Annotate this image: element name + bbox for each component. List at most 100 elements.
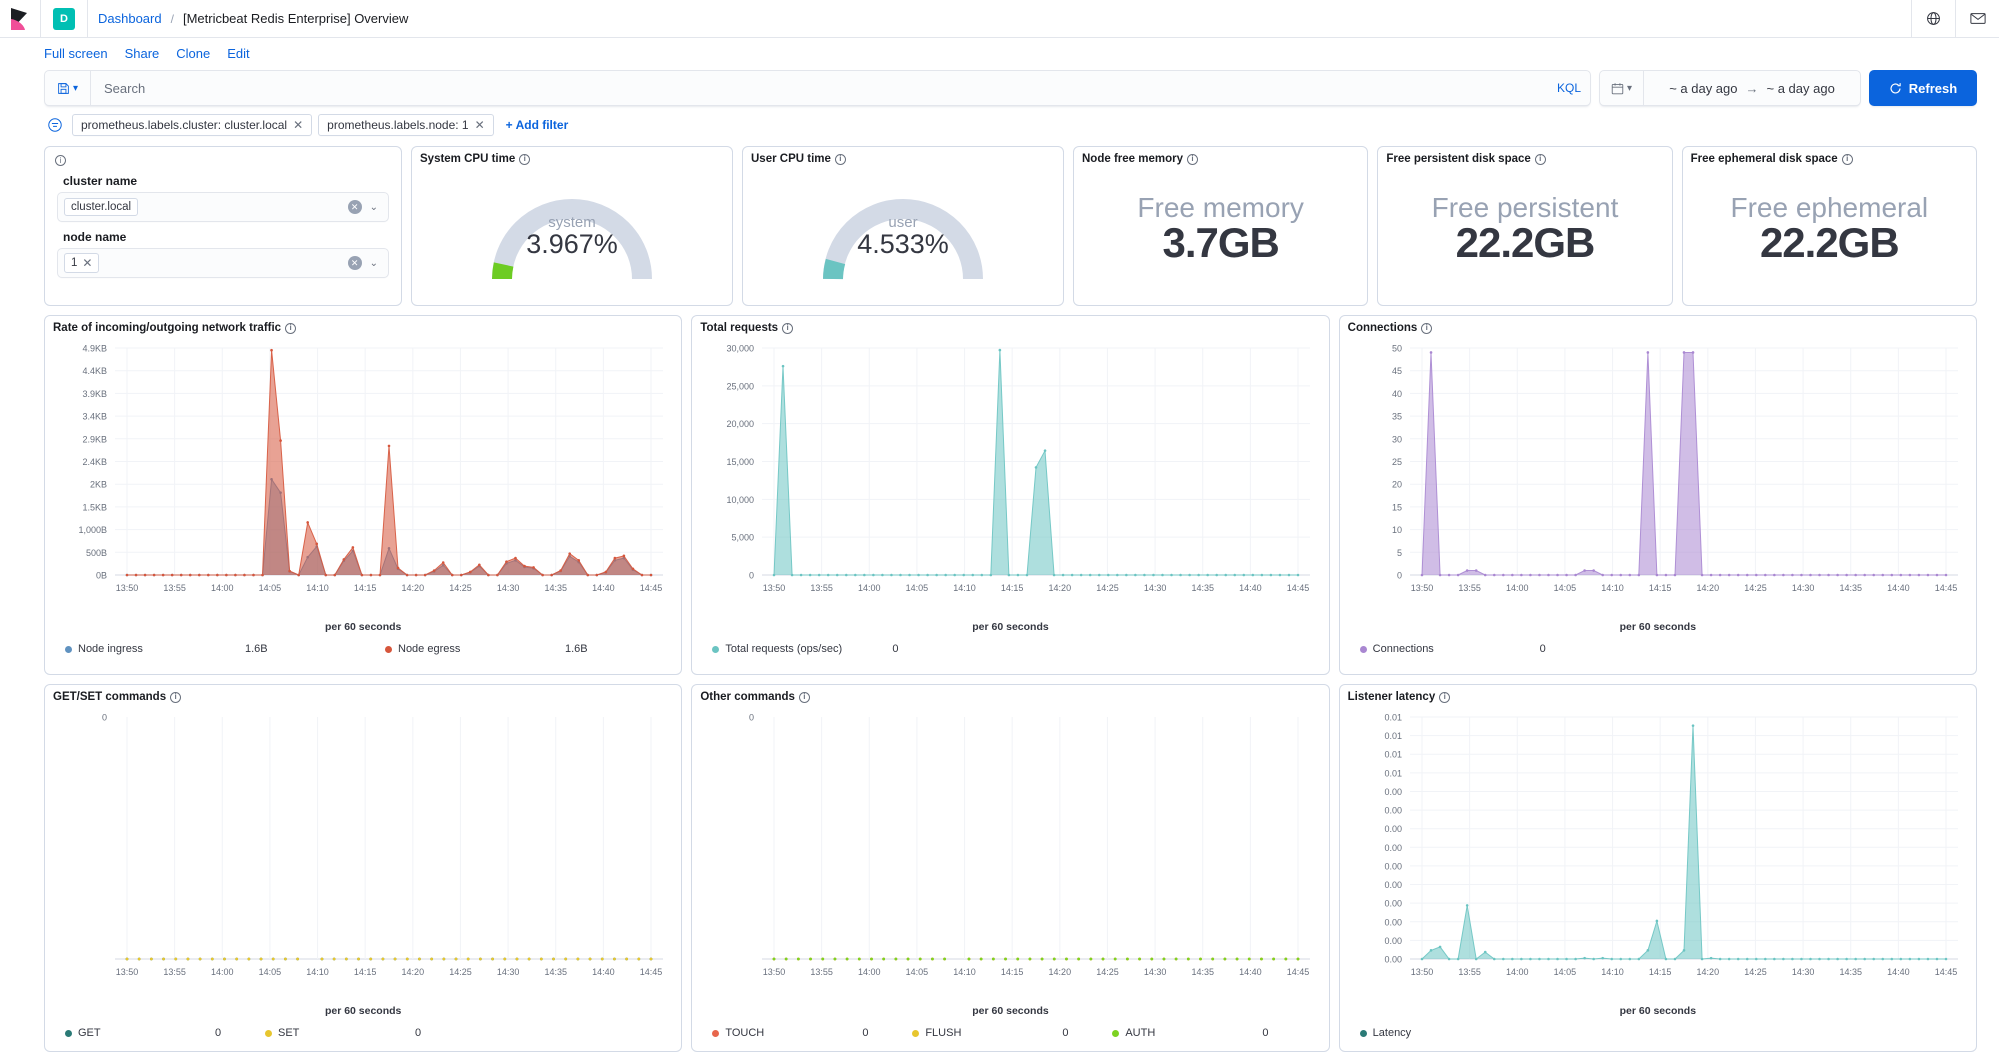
- filter-options-icon[interactable]: [44, 114, 66, 136]
- svg-text:14:45: 14:45: [640, 967, 663, 977]
- svg-text:1,000B: 1,000B: [78, 525, 107, 535]
- legend-item[interactable]: Connections: [1360, 643, 1540, 655]
- svg-text:14:10: 14:10: [954, 583, 977, 593]
- svg-text:14:15: 14:15: [354, 583, 377, 593]
- legend-color-dot: [1360, 646, 1367, 653]
- svg-text:0.00: 0.00: [1384, 955, 1402, 965]
- cluster-name-value: cluster.local: [64, 198, 138, 216]
- add-filter-button[interactable]: + Add filter: [506, 118, 569, 132]
- info-icon[interactable]: i: [170, 692, 181, 703]
- svg-text:14:10: 14:10: [954, 967, 977, 977]
- date-end[interactable]: ~ a day ago: [1767, 81, 1835, 96]
- date-start[interactable]: ~ a day ago: [1669, 81, 1737, 96]
- svg-text:0.01: 0.01: [1384, 768, 1402, 778]
- panel-total-requests: Total requests i 30,00025,00020,00015,00…: [691, 315, 1329, 675]
- chevron-down-icon[interactable]: ⌄: [370, 202, 378, 213]
- close-icon[interactable]: ✕: [293, 118, 303, 132]
- space-avatar[interactable]: D: [53, 8, 75, 30]
- panel-title: User CPU time i: [743, 147, 1063, 165]
- panel-title-text: Node free memory: [1082, 153, 1183, 165]
- node-name-select[interactable]: 1 ✕ ✕ ⌄: [57, 248, 389, 278]
- nav-share[interactable]: Share: [125, 46, 160, 61]
- gauge-readout: user 4.533%: [857, 215, 949, 259]
- legend-label: Node egress: [398, 643, 460, 655]
- svg-text:14:45: 14:45: [1934, 967, 1957, 977]
- legend-value: 0: [215, 1027, 265, 1039]
- svg-text:14:15: 14:15: [1001, 967, 1024, 977]
- chart-listener-latency[interactable]: 0.010.010.010.010.000.000.000.000.000.00…: [1340, 703, 1976, 1017]
- legend-item[interactable]: GET: [65, 1027, 215, 1039]
- legend-item[interactable]: Latency: [1360, 1027, 1412, 1039]
- nav-clone[interactable]: Clone: [176, 46, 210, 61]
- info-icon[interactable]: i: [1842, 154, 1853, 165]
- clear-icon[interactable]: ✕: [348, 256, 362, 270]
- clear-icon[interactable]: ✕: [348, 200, 362, 214]
- svg-text:0.01: 0.01: [1384, 750, 1402, 760]
- filter-pill-node[interactable]: prometheus.labels.node: 1 ✕: [318, 114, 494, 136]
- legend-label: AUTH: [1125, 1027, 1155, 1039]
- legend-item[interactable]: Node ingress: [65, 643, 245, 655]
- date-range-display[interactable]: ~ a day ago → ~ a day ago: [1644, 81, 1860, 96]
- cluster-name-label: cluster name: [63, 174, 391, 188]
- filter-pill-cluster[interactable]: prometheus.labels.cluster: cluster.local…: [72, 114, 312, 136]
- saved-query-button[interactable]: ▾: [45, 71, 91, 105]
- legend-item[interactable]: FLUSH: [912, 1027, 1062, 1039]
- svg-text:14:10: 14:10: [1601, 967, 1624, 977]
- cluster-name-select[interactable]: cluster.local ✕ ⌄: [57, 192, 389, 222]
- header-actions: [1911, 0, 1999, 38]
- kibana-logo[interactable]: [0, 8, 40, 30]
- info-icon[interactable]: i: [799, 692, 810, 703]
- svg-text:14:20: 14:20: [1049, 583, 1072, 593]
- metric-body: Free persistent 22.2GB: [1378, 165, 1671, 293]
- chart-total-requests[interactable]: 30,00025,00020,00015,00010,0005,000013:5…: [692, 334, 1328, 633]
- chart-connections[interactable]: 5045403530252015105013:5013:5514:0014:05…: [1340, 334, 1976, 633]
- mail-icon[interactable]: [1955, 0, 1999, 38]
- query-language-switcher[interactable]: KQL: [1548, 81, 1590, 95]
- panel-title: GET/SET commands i: [45, 685, 681, 703]
- chart-get-set-commands[interactable]: 013:5013:5514:0014:0514:1014:1514:2014:2…: [45, 703, 681, 1017]
- legend-item[interactable]: Total requests (ops/sec): [712, 643, 892, 655]
- legend-item[interactable]: AUTH: [1112, 1027, 1262, 1039]
- svg-text:14:40: 14:40: [1887, 967, 1910, 977]
- x-axis-title: per 60 seconds: [692, 621, 1328, 633]
- svg-text:0.01: 0.01: [1384, 713, 1402, 723]
- svg-text:14:20: 14:20: [1049, 967, 1072, 977]
- info-icon[interactable]: i: [1187, 154, 1198, 165]
- svg-text:14:00: 14:00: [858, 967, 881, 977]
- info-icon[interactable]: i: [782, 323, 793, 334]
- chart-network-traffic[interactable]: 4.9KB4.4KB3.9KB3.4KB2.9KB2.4KB2KB1.5KB1,…: [45, 334, 681, 633]
- svg-text:10,000: 10,000: [727, 495, 755, 505]
- x-axis-title: per 60 seconds: [1340, 1005, 1976, 1017]
- nav-edit[interactable]: Edit: [227, 46, 249, 61]
- svg-text:14:05: 14:05: [1553, 583, 1576, 593]
- nav-full-screen[interactable]: Full screen: [44, 46, 108, 61]
- legend-item[interactable]: Node egress: [385, 643, 565, 655]
- search-input[interactable]: Search: [91, 81, 1548, 96]
- breadcrumb-dashboard[interactable]: Dashboard: [98, 11, 162, 26]
- svg-text:14:35: 14:35: [544, 583, 567, 593]
- legend-item[interactable]: SET: [265, 1027, 415, 1039]
- info-icon[interactable]: i: [835, 154, 846, 165]
- svg-text:0.01: 0.01: [1384, 731, 1402, 741]
- info-icon[interactable]: i: [519, 154, 530, 165]
- svg-text:14:05: 14:05: [259, 583, 282, 593]
- info-icon[interactable]: i: [285, 323, 296, 334]
- globe-icon[interactable]: [1911, 0, 1955, 38]
- svg-text:13:50: 13:50: [763, 967, 786, 977]
- legend-item[interactable]: TOUCH: [712, 1027, 862, 1039]
- chart-legend: Connections 0: [1340, 633, 1976, 655]
- info-icon[interactable]: i: [1535, 154, 1546, 165]
- info-icon[interactable]: i: [1439, 692, 1450, 703]
- chevron-down-icon[interactable]: ⌄: [370, 258, 378, 269]
- chart-legend: TOUCH 0 FLUSH 0 AUTH 0: [692, 1017, 1328, 1039]
- info-icon[interactable]: i: [55, 155, 66, 166]
- svg-text:14:45: 14:45: [1287, 583, 1310, 593]
- close-icon[interactable]: ✕: [475, 118, 485, 132]
- refresh-button[interactable]: Refresh: [1869, 70, 1977, 106]
- svg-text:25: 25: [1392, 457, 1402, 467]
- legend-label: Node ingress: [78, 643, 143, 655]
- info-icon[interactable]: i: [1421, 323, 1432, 334]
- date-quick-select-button[interactable]: ▾: [1600, 71, 1644, 105]
- close-icon[interactable]: ✕: [82, 256, 92, 270]
- chart-other-commands[interactable]: 013:5013:5514:0014:0514:1014:1514:2014:2…: [692, 703, 1328, 1017]
